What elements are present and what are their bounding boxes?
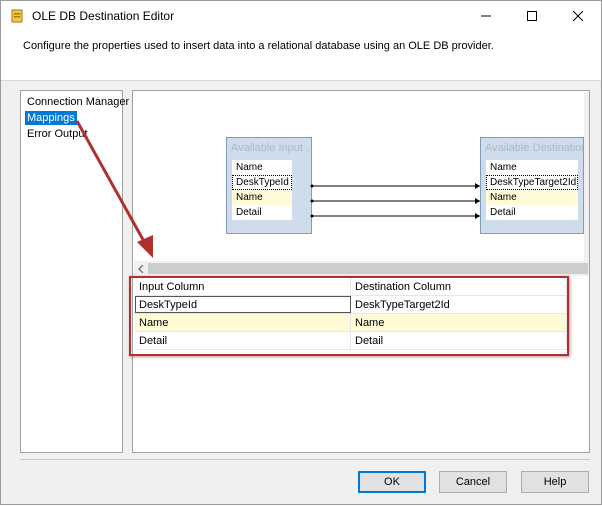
- nav-item-connection-manager[interactable]: Connection Manager: [25, 95, 131, 109]
- title-bar: OLE DB Destination Editor: [1, 1, 601, 31]
- chevron-left-icon: [138, 264, 144, 273]
- scroll-left-button[interactable]: [136, 261, 146, 276]
- footer-divider: [20, 459, 590, 460]
- cancel-button[interactable]: Cancel: [439, 471, 507, 493]
- nav-item-error-output[interactable]: Error Output: [25, 127, 90, 141]
- table-row[interactable]: Name Name: [135, 314, 567, 332]
- close-button[interactable]: [555, 1, 601, 31]
- mapping-line-detail-start: [310, 214, 314, 218]
- mapping-line-desktypeid-start: [310, 184, 314, 188]
- minimize-icon: [481, 15, 491, 17]
- window-title: OLE DB Destination Editor: [32, 9, 175, 23]
- grid-header-row: Input Column Destination Column: [135, 278, 567, 296]
- help-button[interactable]: Help: [521, 471, 589, 493]
- mapping-line-detail-arrow: [475, 213, 480, 219]
- mapping-line-name-arrow: [475, 198, 480, 204]
- page-navigation-list: Connection Manager Mappings Error Output: [20, 90, 129, 453]
- diagram-horizontal-scrollbar[interactable]: [134, 261, 589, 276]
- mapping-line-desktypeid-arrow: [475, 183, 480, 189]
- input-column-header-cell[interactable]: Input Column: [135, 278, 351, 295]
- description-band: Configure the properties used to insert …: [1, 31, 601, 81]
- mapping-diagram: Available Input ... Name DeskTypeId Name…: [134, 92, 585, 261]
- scrollbar-thumb[interactable]: [148, 263, 588, 274]
- close-icon: [573, 11, 583, 21]
- table-row[interactable]: DeskTypeId DeskTypeTarget2Id: [135, 296, 567, 314]
- minimize-button[interactable]: [463, 1, 509, 31]
- input-cell[interactable]: DeskTypeId: [135, 296, 351, 313]
- destination-cell[interactable]: DeskTypeTarget2Id: [351, 296, 567, 313]
- nav-item-mappings[interactable]: Mappings: [25, 111, 77, 125]
- ok-button[interactable]: OK: [358, 471, 426, 493]
- ssis-component-icon: [11, 9, 23, 23]
- mapping-line-name-start: [310, 199, 314, 203]
- destination-cell[interactable]: Detail: [351, 332, 567, 349]
- mappings-panel: Available Input ... Name DeskTypeId Name…: [132, 90, 590, 453]
- destination-column-header-cell[interactable]: Destination Column: [351, 278, 567, 295]
- dialog-window: OLE DB Destination Editor Configure the …: [0, 0, 602, 505]
- input-cell[interactable]: Name: [135, 314, 351, 331]
- maximize-icon: [527, 11, 537, 21]
- destination-cell[interactable]: Name: [351, 314, 567, 331]
- input-cell[interactable]: Detail: [135, 332, 351, 349]
- mappings-grid: Input Column Destination Column DeskType…: [135, 278, 567, 350]
- dialog-description: Configure the properties used to insert …: [23, 40, 494, 52]
- mapping-lines: [310, 183, 480, 219]
- diagram-vertical-scrollbar[interactable]: [584, 92, 589, 261]
- maximize-button[interactable]: [509, 1, 555, 31]
- table-row[interactable]: Detail Detail: [135, 332, 567, 350]
